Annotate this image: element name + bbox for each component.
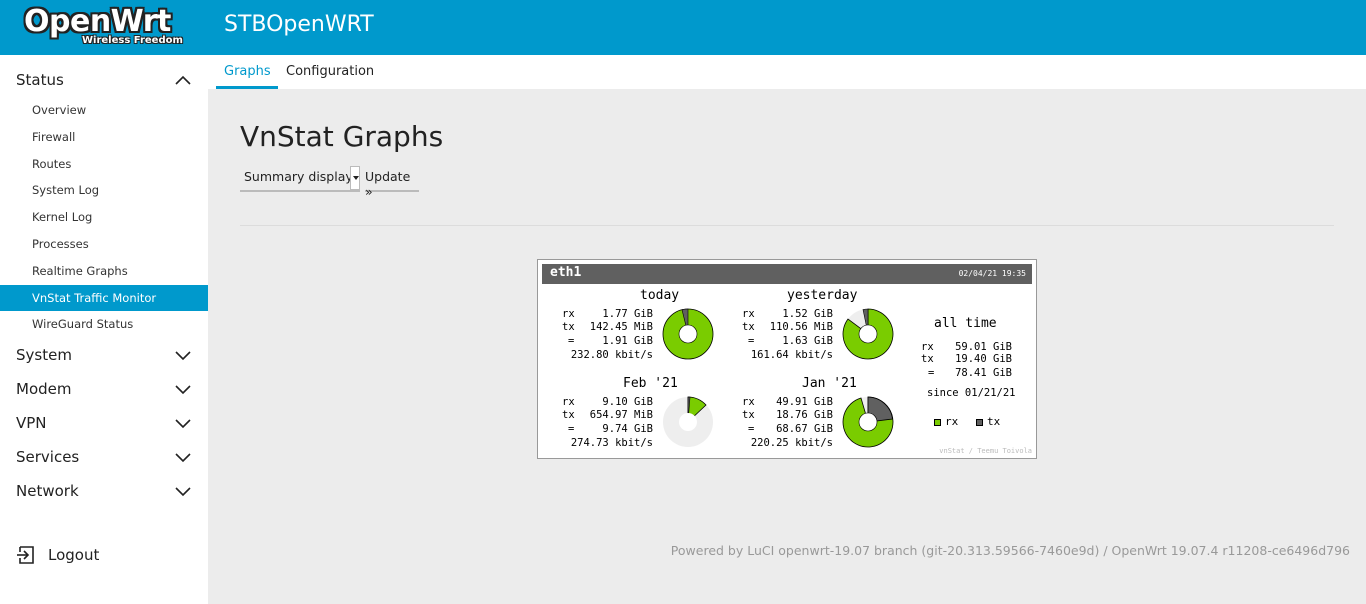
alltime-rx-label: rx — [921, 341, 934, 353]
feb-pie — [663, 396, 713, 447]
divider — [240, 225, 1334, 226]
alltime-rx-value: 59.01 GiB — [955, 341, 1012, 353]
jan-title: Jan '21 — [802, 376, 857, 391]
jan-rx-value: 49.91 GiB — [776, 396, 833, 408]
page-title: VnStat Graphs — [240, 120, 444, 153]
yesterday-pie — [842, 308, 894, 360]
vnstat-summary-graph: eth1 02/04/21 19:35 today rx tx = 1.77 G… — [537, 259, 1037, 459]
chevron-down-icon[interactable] — [174, 448, 192, 466]
sidebar-item-modem[interactable]: Modem — [16, 380, 71, 398]
yesterday-rx-value: 1.52 GiB — [782, 308, 833, 320]
sidebar-item-overview[interactable]: Overview — [0, 97, 208, 123]
today-eq-label: = — [568, 335, 575, 347]
chevron-down-icon[interactable] — [174, 414, 192, 432]
feb-tx-label: tx — [562, 409, 575, 421]
interface-name: eth1 — [550, 265, 582, 280]
tab-graphs[interactable]: Graphs — [224, 64, 271, 79]
feb-tx-value: 654.97 MiB — [589, 409, 653, 421]
today-pie — [662, 308, 714, 360]
sidebar-item-routes[interactable]: Routes — [0, 151, 208, 177]
legend-tx-label: tx — [987, 415, 1001, 428]
today-tx-label: tx — [562, 321, 575, 333]
jan-pie — [842, 396, 894, 448]
today-rate-value: 232.80 kbit/s — [570, 349, 653, 361]
display-select[interactable]: Summary display — [240, 164, 360, 192]
sidebar-item-system[interactable]: System — [16, 346, 72, 364]
alltime-title: all time — [934, 316, 997, 331]
hostname[interactable]: STBOpenWRT — [224, 12, 374, 37]
jan-total-value: 68.67 GiB — [776, 423, 833, 435]
yesterday-title: yesterday — [787, 288, 858, 303]
logout-button[interactable]: Logout — [16, 545, 99, 565]
feb-rx-value: 9.10 GiB — [602, 396, 653, 408]
top-bar: OpenWrt Wireless Freedom STBOpenWRT — [0, 0, 1366, 55]
rx-swatch — [934, 418, 941, 426]
legend-tx: tx — [976, 415, 1000, 428]
feb-eq-label: = — [568, 423, 575, 435]
logo-tagline: Wireless Freedom — [82, 35, 183, 46]
today-tx-value: 142.45 MiB — [589, 321, 653, 333]
legend-rx: rx — [934, 415, 958, 428]
chevron-down-icon[interactable] — [174, 482, 192, 500]
sidebar-item-processes[interactable]: Processes — [0, 231, 208, 257]
chevron-down-icon[interactable] — [174, 380, 192, 398]
logout-icon — [17, 546, 34, 564]
tab-configuration[interactable]: Configuration — [286, 64, 374, 79]
feb-title: Feb '21 — [623, 376, 678, 391]
update-button[interactable]: Update » — [365, 164, 419, 199]
sidebar-item-services[interactable]: Services — [16, 448, 79, 466]
today-total-value: 1.91 GiB — [602, 335, 653, 347]
footer-text: Powered by LuCI openwrt-19.07 branch (gi… — [670, 543, 1350, 558]
alltime-tx-value: 19.40 GiB — [955, 353, 1012, 365]
feb-total-value: 9.74 GiB — [602, 423, 653, 435]
graph-timestamp: 02/04/21 19:35 — [958, 269, 1026, 278]
sidebar-item-network[interactable]: Network — [16, 482, 79, 500]
today-rx-label: rx — [562, 308, 575, 320]
sidebar-item-wireguard[interactable]: WireGuard Status — [0, 311, 208, 337]
today-title: today — [640, 288, 680, 303]
yesterday-rate-value: 161.64 kbit/s — [750, 349, 833, 361]
jan-tx-value: 18.76 GiB — [776, 409, 833, 421]
jan-rate-value: 220.25 kbit/s — [750, 437, 833, 449]
tx-swatch — [976, 418, 983, 426]
chevron-down-icon[interactable] — [174, 346, 192, 364]
today-rx-value: 1.77 GiB — [602, 308, 653, 320]
feb-rate-value: 274.73 kbit/s — [570, 437, 653, 449]
sidebar-item-firewall[interactable]: Firewall — [0, 124, 208, 150]
sidebar-item-system-log[interactable]: System Log — [0, 177, 208, 203]
openwrt-logo[interactable]: OpenWrt Wireless Freedom — [24, 4, 184, 48]
sidebar-item-kernel-log[interactable]: Kernel Log — [0, 204, 208, 230]
yesterday-tx-value: 110.56 MiB — [769, 321, 833, 333]
feb-rx-label: rx — [562, 396, 575, 408]
alltime-eq-label: = — [928, 367, 935, 379]
yesterday-total-value: 1.63 GiB — [782, 335, 833, 347]
logout-label: Logout — [48, 546, 100, 564]
vnstat-credit: vnStat / Teemu Toivola — [939, 447, 1032, 455]
logo-text: OpenWrt — [24, 4, 171, 39]
active-tab-indicator — [216, 86, 278, 89]
alltime-since: since 01/21/21 — [927, 387, 1016, 399]
sidebar: Status Overview Firewall Routes System L… — [0, 55, 208, 604]
tab-bar: Graphs Configuration — [208, 55, 1366, 89]
graph-header: eth1 02/04/21 19:35 — [542, 264, 1032, 284]
sidebar-item-vpn[interactable]: VPN — [16, 414, 47, 432]
alltime-tx-label: tx — [921, 353, 934, 365]
sidebar-item-status[interactable]: Status — [16, 71, 64, 89]
alltime-total-value: 78.41 GiB — [955, 367, 1012, 379]
sidebar-item-realtime-graphs[interactable]: Realtime Graphs — [0, 258, 208, 284]
dropdown-arrow-icon[interactable] — [350, 166, 360, 190]
sidebar-item-vnstat[interactable]: VnStat Traffic Monitor — [0, 285, 208, 311]
chevron-up-icon[interactable] — [174, 72, 192, 90]
legend-rx-label: rx — [945, 415, 959, 428]
